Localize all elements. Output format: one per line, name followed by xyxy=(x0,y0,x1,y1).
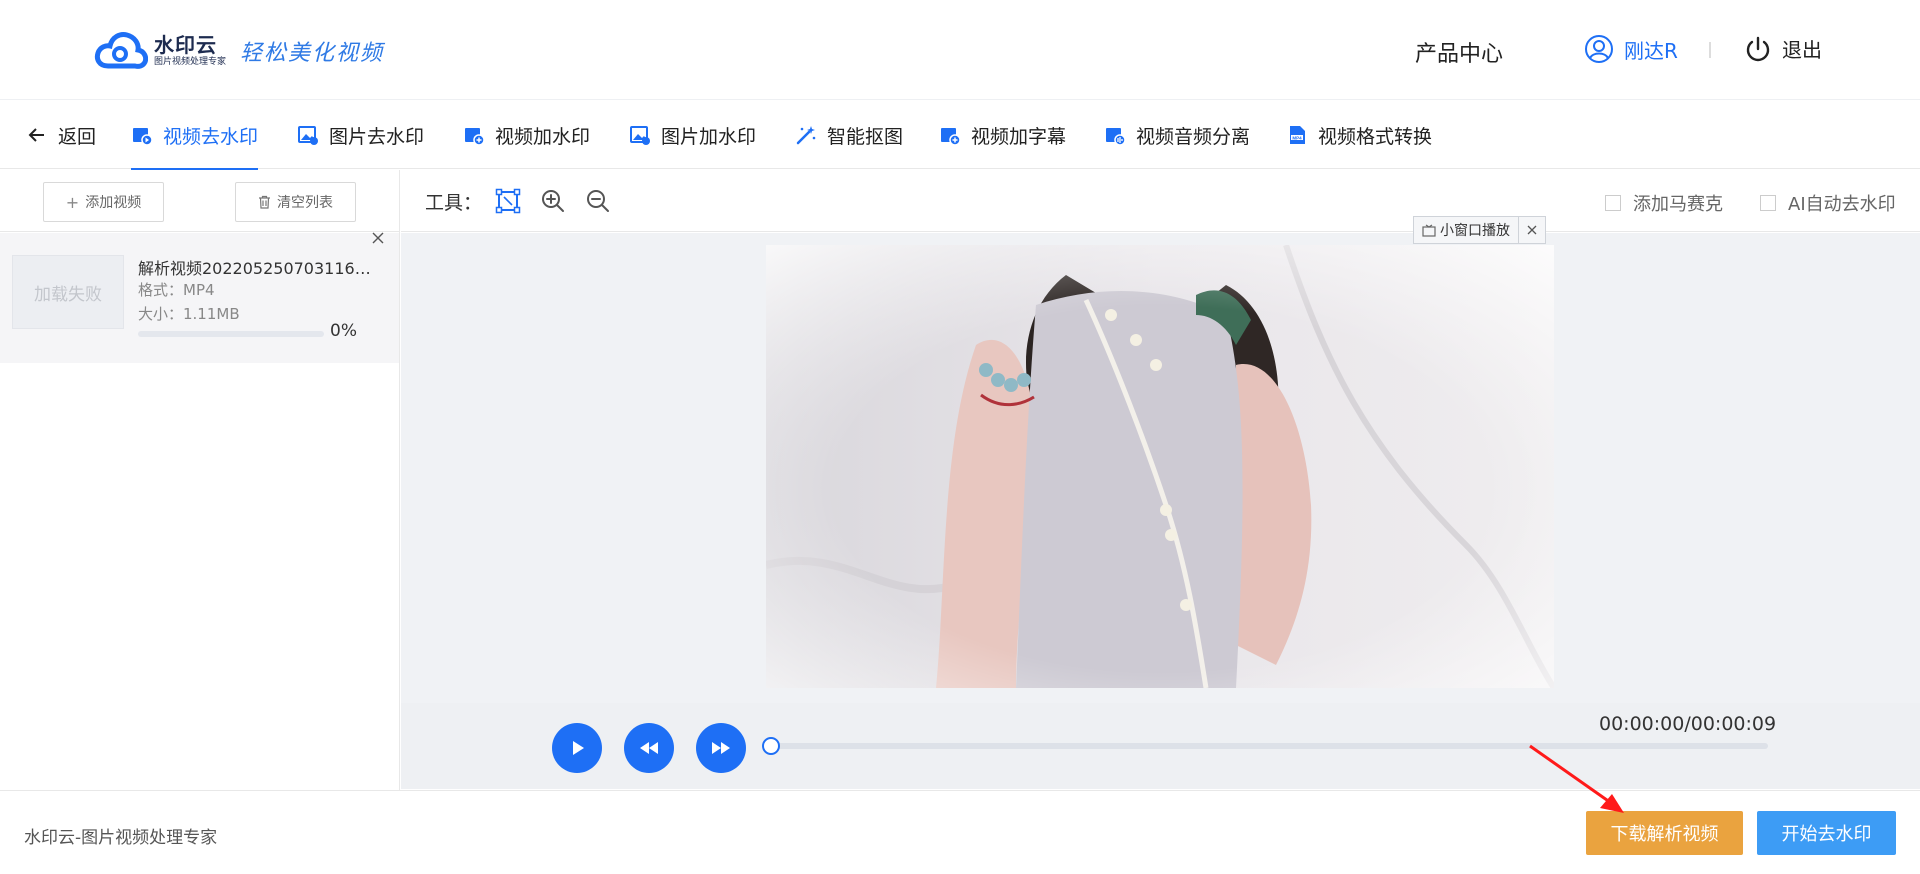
file-list-panel: + 添加视频 清空列表 加载失败 解析视频20220525070311659..… xyxy=(0,170,400,790)
logo[interactable]: 水印云 图片视频处理专家 轻松美化视频 xyxy=(94,28,384,74)
tv-icon xyxy=(1422,224,1436,237)
back-button[interactable]: 返回 xyxy=(26,101,96,169)
video-icon xyxy=(939,124,961,146)
logout-label: 退出 xyxy=(1782,38,1822,62)
start-remove-watermark-button[interactable]: 开始去水印 xyxy=(1757,811,1896,855)
video-frame-image xyxy=(766,245,1554,688)
logo-subtitle: 图片视频处理专家 xyxy=(154,57,227,67)
magic-wand-icon xyxy=(795,124,817,146)
tab-label: 视频音频分离 xyxy=(1136,125,1251,148)
tab-smart-cutout[interactable]: 智能抠图 xyxy=(795,101,903,169)
tool-tabs: 返回 视频去水印 图片去水印 视频加水印 图片加水印 智能抠图 视频加字幕 视频… xyxy=(0,101,1920,170)
tab-video-remove-watermark[interactable]: 视频去水印 xyxy=(131,101,259,170)
mini-window-button[interactable]: 小窗口播放 xyxy=(1414,217,1519,243)
image-icon xyxy=(629,124,651,146)
tab-video-format-convert[interactable]: MP4 视频格式转换 xyxy=(1286,101,1432,169)
zoom-out-icon[interactable] xyxy=(585,188,611,214)
product-center-link[interactable]: 产品中心 xyxy=(1415,36,1503,68)
playback-time: 00:00:00/00:00:09 xyxy=(1599,713,1777,735)
footer-brand: 水印云-图片视频处理专家 xyxy=(24,828,218,848)
tab-label: 视频格式转换 xyxy=(1318,125,1433,148)
play-button[interactable] xyxy=(552,723,602,773)
file-name: 解析视频20220525070311659... xyxy=(138,259,380,278)
tab-label: 智能抠图 xyxy=(827,125,904,148)
checkbox-box xyxy=(1605,195,1621,211)
add-mosaic-checkbox[interactable]: 添加马赛克 xyxy=(1605,190,1723,216)
file-format: 格式：MP4 xyxy=(138,281,215,299)
tab-video-add-watermark[interactable]: 视频加水印 xyxy=(463,101,590,169)
file-progress-bar xyxy=(138,331,324,337)
close-icon[interactable] xyxy=(370,230,386,246)
rewind-icon xyxy=(640,742,658,754)
file-progress-text: 0% xyxy=(330,321,357,341)
footer-bar: 水印云-图片视频处理专家 下载解析视频 开始去水印 xyxy=(0,790,1920,874)
select-area-icon[interactable] xyxy=(495,188,521,214)
ai-remove-label: AI自动去水印 xyxy=(1788,194,1896,215)
image-icon xyxy=(297,124,319,146)
player-controls: 00:00:00/00:00:09 xyxy=(401,703,1920,789)
add-video-label: 添加视频 xyxy=(85,195,142,211)
file-size: 大小：1.11MB xyxy=(138,305,240,323)
tab-image-add-watermark[interactable]: 图片加水印 xyxy=(629,101,756,169)
mini-window-close-button[interactable] xyxy=(1519,217,1545,243)
checkbox-box xyxy=(1760,195,1776,211)
video-icon xyxy=(1104,124,1126,146)
video-icon xyxy=(131,124,153,146)
back-label: 返回 xyxy=(58,125,97,148)
tab-label: 图片加水印 xyxy=(661,125,757,148)
power-icon xyxy=(1746,36,1770,61)
workspace-toolbar: 工具： 添加马赛克 AI自动去水印 xyxy=(401,170,1920,232)
header-divider xyxy=(1709,42,1711,58)
trash-icon xyxy=(259,195,270,209)
plus-icon: + xyxy=(65,192,80,212)
tab-image-remove-watermark[interactable]: 图片去水印 xyxy=(297,101,424,169)
ai-remove-checkbox[interactable]: AI自动去水印 xyxy=(1760,190,1896,216)
file-list-toolbar: + 添加视频 清空列表 xyxy=(0,170,399,232)
video-preview[interactable] xyxy=(766,245,1554,688)
seek-bar[interactable] xyxy=(771,743,1768,749)
app-header: 水印云 图片视频处理专家 轻松美化视频 产品中心 刚达R 退出 xyxy=(0,0,1920,100)
download-parsed-video-button[interactable]: 下载解析视频 xyxy=(1586,811,1743,855)
video-icon xyxy=(463,124,485,146)
add-video-button[interactable]: + 添加视频 xyxy=(43,182,164,222)
play-icon xyxy=(573,741,584,755)
logo-name: 水印云 xyxy=(154,33,217,57)
fast-forward-button[interactable] xyxy=(696,723,746,773)
add-mosaic-label: 添加马赛克 xyxy=(1633,194,1723,215)
tools-label: 工具： xyxy=(425,192,483,214)
rewind-button[interactable] xyxy=(624,723,674,773)
thumbnail-status: 加载失败 xyxy=(34,284,102,305)
cloud-logo-icon xyxy=(94,32,148,69)
arrow-left-icon xyxy=(26,124,48,146)
tab-label: 视频去水印 xyxy=(163,125,259,148)
file-thumbnail: 加载失败 xyxy=(12,255,124,329)
tab-label: 视频加字幕 xyxy=(971,125,1067,148)
tab-video-add-subtitle[interactable]: 视频加字幕 xyxy=(939,101,1066,169)
logo-slogan: 轻松美化视频 xyxy=(240,41,385,66)
logout-button[interactable]: 退出 xyxy=(1744,34,1822,63)
zoom-in-icon[interactable] xyxy=(540,188,566,214)
tab-video-audio-separate[interactable]: 视频音频分离 xyxy=(1104,101,1250,169)
tab-label: 视频加水印 xyxy=(495,125,591,148)
mini-window-play[interactable]: 小窗口播放 xyxy=(1413,216,1546,244)
username: 刚达R xyxy=(1624,38,1678,63)
clear-list-label: 清空列表 xyxy=(277,195,333,211)
close-icon xyxy=(1527,225,1537,235)
user-menu[interactable]: 刚达R xyxy=(1584,34,1678,64)
seek-handle[interactable] xyxy=(762,737,780,755)
user-avatar-icon xyxy=(1585,35,1613,63)
mp4-file-icon: MP4 xyxy=(1286,124,1308,146)
file-list-item[interactable]: 加载失败 解析视频20220525070311659... 格式：MP4 大小：… xyxy=(0,230,399,363)
tab-label: 图片去水印 xyxy=(329,125,425,148)
clear-list-button[interactable]: 清空列表 xyxy=(235,182,356,222)
svg-text:MP4: MP4 xyxy=(1292,135,1302,140)
mini-window-label: 小窗口播放 xyxy=(1440,223,1510,239)
fast-forward-icon xyxy=(712,742,730,754)
